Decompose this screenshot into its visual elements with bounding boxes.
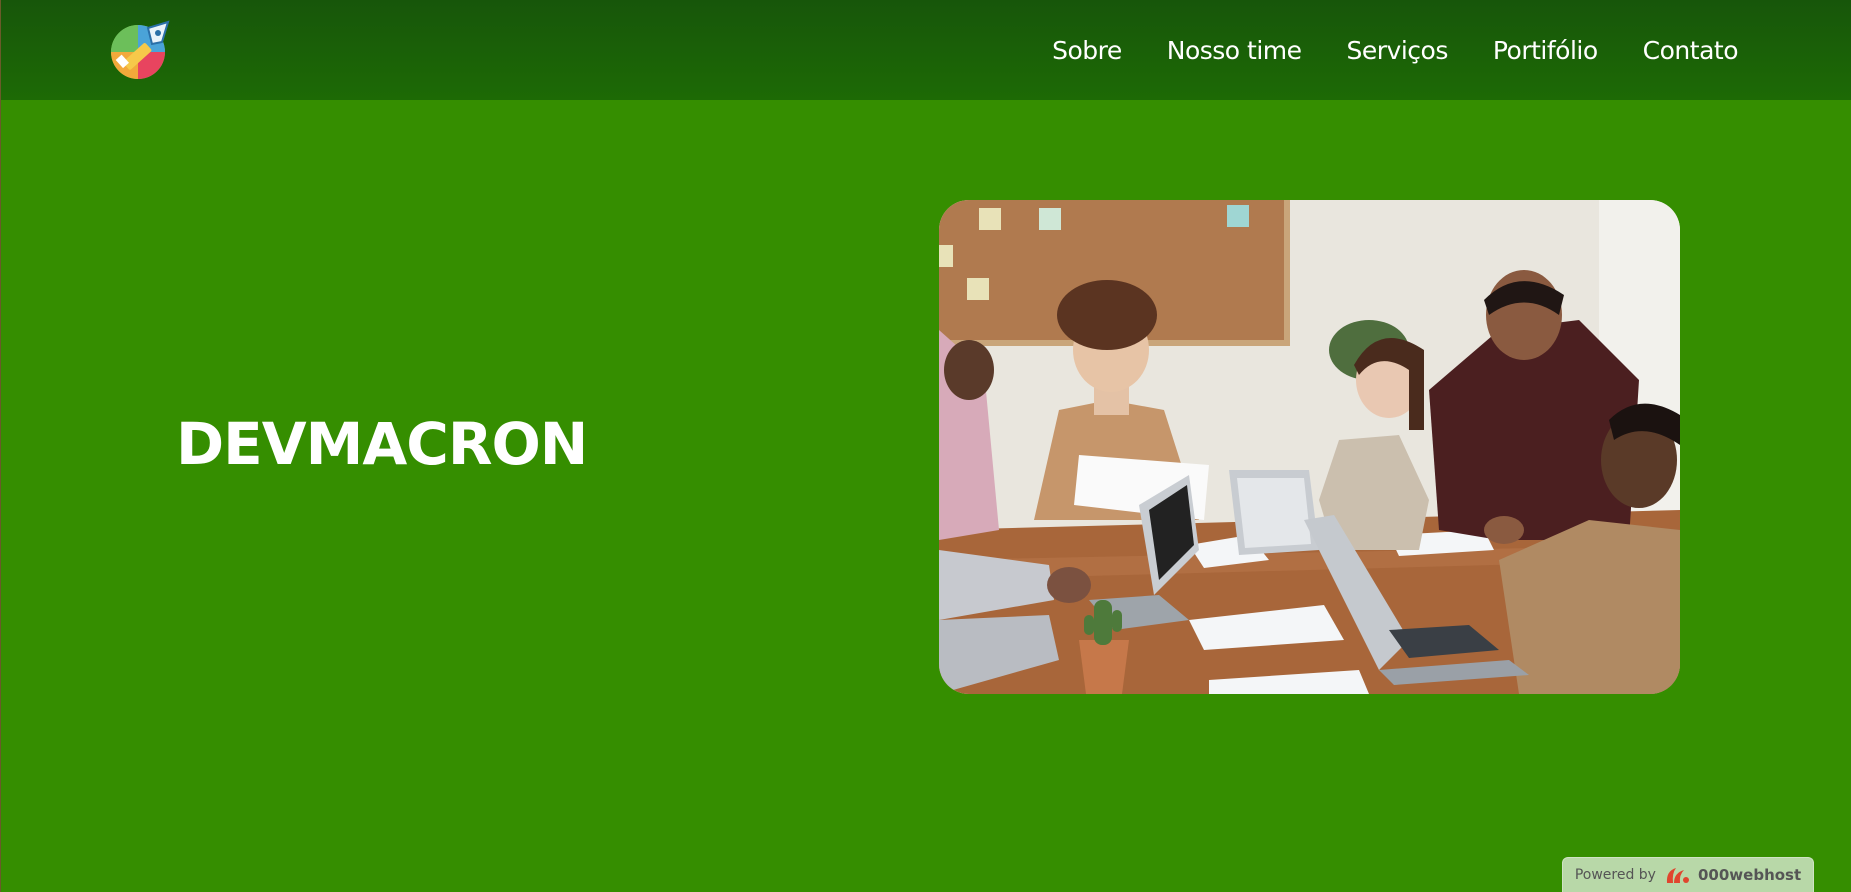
hero-title: DEVMACRON xyxy=(176,410,588,478)
powered-by-text: Powered by xyxy=(1574,867,1656,883)
nav-link-nosso-time[interactable]: Nosso time xyxy=(1167,36,1302,65)
nav-link-sobre[interactable]: Sobre xyxy=(1052,36,1122,65)
nav-link-servicos[interactable]: Serviços xyxy=(1347,36,1449,65)
team-meeting-illustration xyxy=(939,200,1680,694)
webhost-logo-icon xyxy=(1666,868,1689,883)
nav-link-portifolio[interactable]: Portifólio xyxy=(1493,36,1598,65)
powered-by-badge[interactable]: Powered by 000webhost xyxy=(1562,857,1814,892)
pen-palette-logo-icon[interactable] xyxy=(108,18,172,82)
webhost-brand-text: 000webhost xyxy=(1697,866,1802,884)
page: Sobre Nosso time Serviços Portifólio Con… xyxy=(0,0,1851,892)
main-nav: Sobre Nosso time Serviços Portifólio Con… xyxy=(1052,0,1738,100)
site-header: Sobre Nosso time Serviços Portifólio Con… xyxy=(1,0,1851,100)
team-meeting-photo xyxy=(939,200,1680,694)
nav-link-contato[interactable]: Contato xyxy=(1643,36,1739,65)
